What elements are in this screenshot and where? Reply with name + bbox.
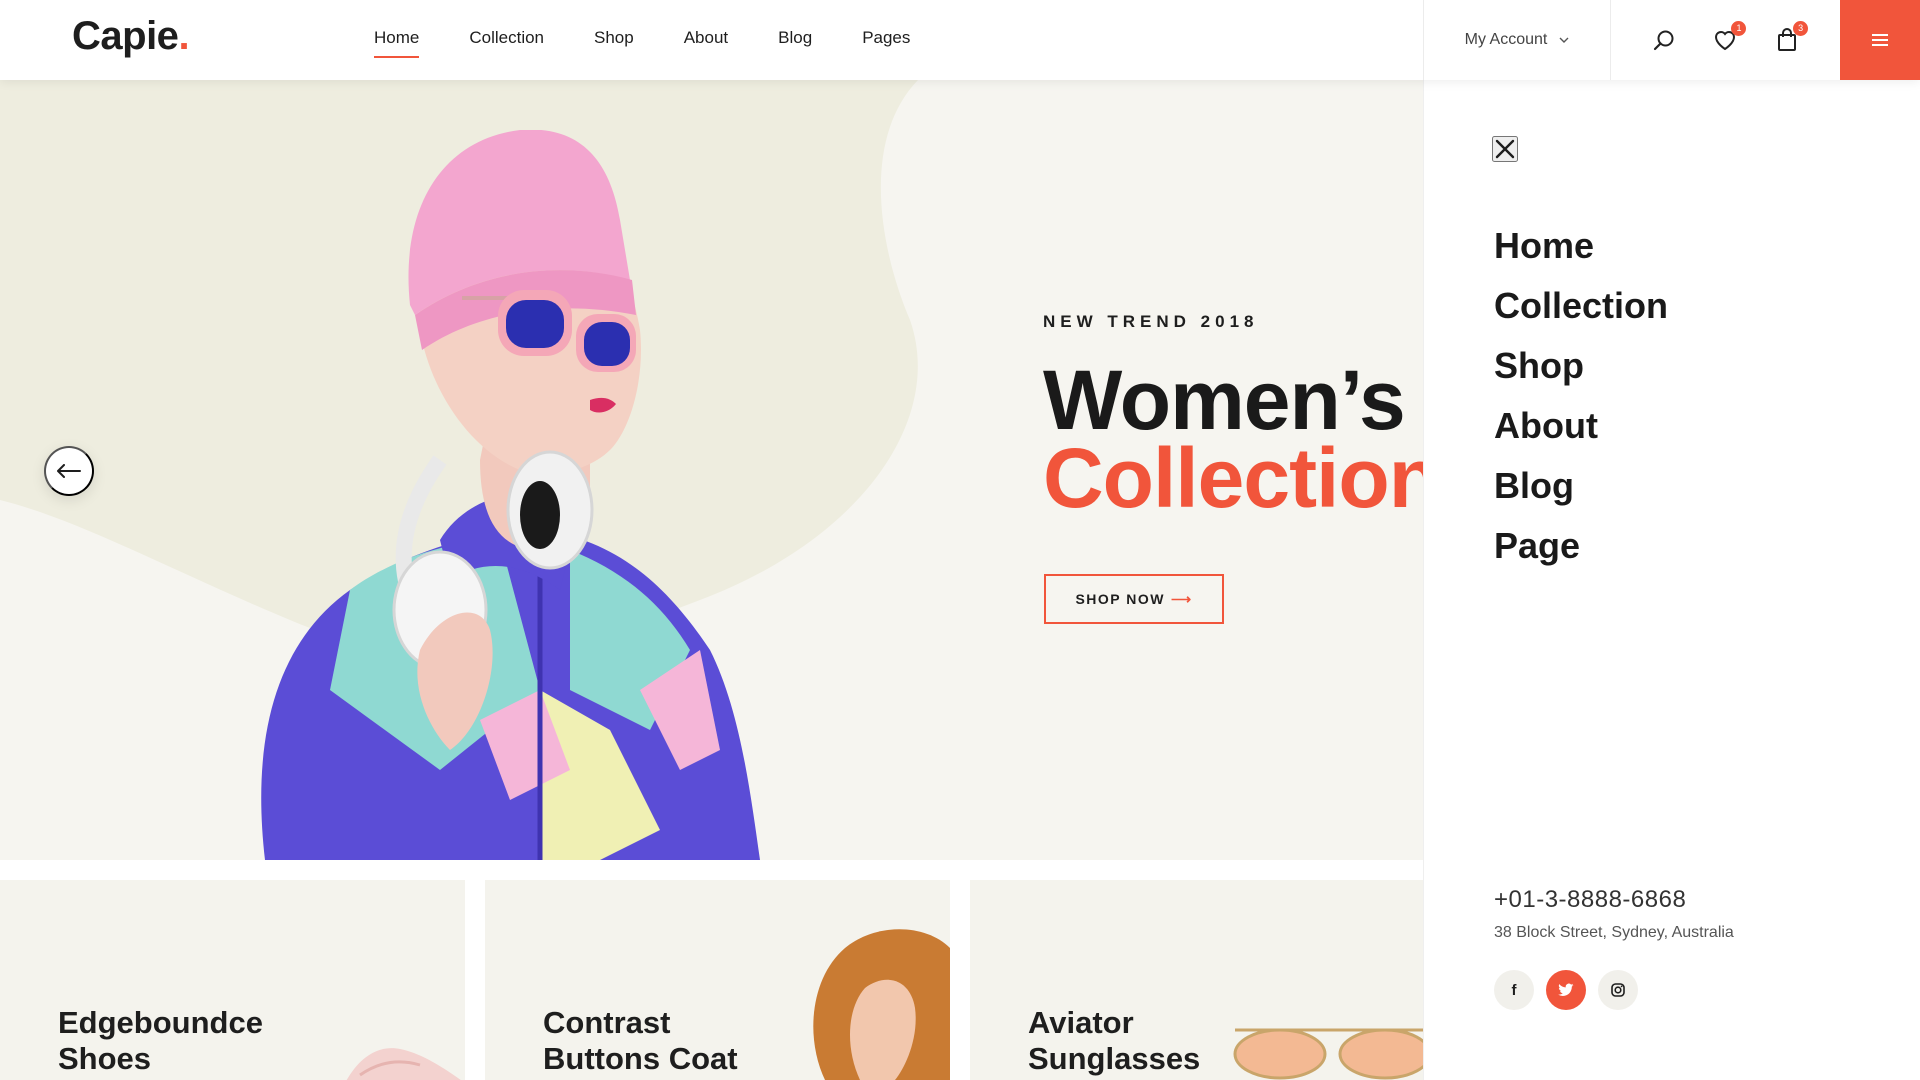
search-icon — [1653, 30, 1674, 51]
menu-toggle-button[interactable] — [1840, 0, 1920, 80]
header-icon-group: 1 3 — [1611, 0, 1840, 80]
arrow-left-icon — [57, 464, 81, 478]
panel-menu-page[interactable]: Page — [1494, 516, 1668, 576]
main-nav: Home Collection Shop About Blog Pages — [374, 28, 910, 58]
slider-prev-button[interactable] — [44, 446, 94, 496]
category-card-sunglasses[interactable]: Aviator Sunglasses — [970, 880, 1423, 1080]
category-cards: Edgeboundce Shoes Contrast Buttons Coat … — [0, 880, 1423, 1080]
category-card-shoes[interactable]: Edgeboundce Shoes — [0, 880, 465, 1080]
category-card-coat[interactable]: Contrast Buttons Coat — [485, 880, 950, 1080]
close-menu-button[interactable] — [1492, 136, 1518, 162]
hero-title-line2: Collection — [1043, 431, 1423, 525]
social-links: f — [1494, 970, 1638, 1010]
logo[interactable]: Capie. — [72, 14, 190, 59]
header-actions: My Account 1 3 — [1423, 0, 1920, 80]
facebook-link[interactable]: f — [1494, 970, 1534, 1010]
hamburger-menu-icon — [1872, 34, 1888, 46]
offcanvas-menu-panel: Home Collection Shop About Blog Page +01… — [1423, 80, 1920, 1080]
panel-menu-home[interactable]: Home — [1494, 216, 1668, 276]
hero-title-line1: Women’s — [1043, 353, 1406, 447]
my-account-dropdown[interactable]: My Account — [1423, 0, 1611, 80]
instagram-icon — [1611, 983, 1625, 997]
chevron-down-icon — [1559, 37, 1569, 43]
panel-menu-blog[interactable]: Blog — [1494, 456, 1668, 516]
category-card-title: Edgeboundce Shoes — [58, 1005, 263, 1076]
panel-menu-shop[interactable]: Shop — [1494, 336, 1668, 396]
nav-about[interactable]: About — [684, 28, 728, 48]
shop-now-button[interactable]: SHOP NOW ⟶ — [1044, 574, 1224, 624]
nav-collection[interactable]: Collection — [469, 28, 544, 48]
panel-menu-about[interactable]: About — [1494, 396, 1668, 456]
hero-slider: NEW TREND 2018 Women’s Collection SHOP N… — [0, 80, 1423, 860]
panel-menu: Home Collection Shop About Blog Page — [1494, 216, 1668, 576]
site-header: Capie. Home Collection Shop About Blog P… — [0, 0, 1920, 80]
nav-blog[interactable]: Blog — [778, 28, 812, 48]
hero-kicker: NEW TREND 2018 — [1043, 312, 1259, 331]
shoe-image — [346, 1048, 461, 1080]
instagram-link[interactable] — [1598, 970, 1638, 1010]
my-account-label: My Account — [1464, 31, 1548, 48]
twitter-icon — [1558, 983, 1574, 996]
contact-phone[interactable]: +01-3-8888-6868 — [1494, 886, 1686, 914]
close-icon — [1495, 139, 1515, 159]
panel-menu-collection[interactable]: Collection — [1494, 276, 1668, 336]
hero-model-image — [261, 130, 760, 860]
arrow-right-icon: ⟶ — [1170, 590, 1193, 607]
category-card-title: Contrast Buttons Coat — [543, 1005, 738, 1076]
cart-button[interactable]: 3 — [1774, 21, 1809, 53]
sunglasses-image — [1233, 1028, 1423, 1080]
facebook-icon: f — [1511, 981, 1517, 999]
search-button[interactable] — [1651, 27, 1677, 53]
twitter-link[interactable] — [1546, 970, 1586, 1010]
nav-home[interactable]: Home — [374, 28, 420, 58]
wishlist-button[interactable]: 1 — [1712, 21, 1747, 53]
contact-address: 38 Block Street, Sydney, Australia — [1494, 924, 1734, 941]
shop-now-label: SHOP NOW — [1075, 591, 1165, 607]
wishlist-count-badge: 1 — [1731, 21, 1747, 36]
nav-shop[interactable]: Shop — [594, 28, 634, 48]
cart-count-badge: 3 — [1793, 21, 1809, 36]
model-portrait-image — [813, 929, 950, 1080]
nav-pages[interactable]: Pages — [862, 28, 910, 48]
